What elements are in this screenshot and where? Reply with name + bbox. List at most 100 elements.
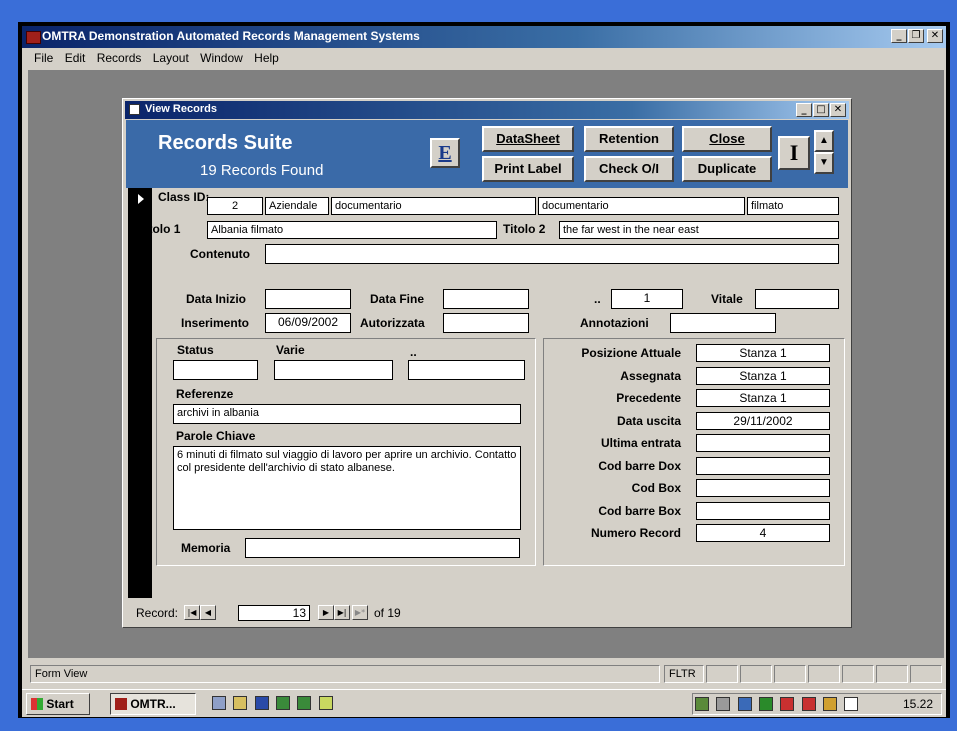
category-1-field[interactable]: documentario [538,197,745,215]
posizione-attuale-field[interactable]: Stanza 1 [696,344,830,362]
annotazioni-field[interactable] [670,313,776,333]
close-button[interactable]: Close [682,126,772,152]
parole-chiave-field[interactable]: 6 minuti di filmato sul viaggio di lavor… [173,446,521,530]
form-icon [129,104,140,115]
retention-button[interactable]: Retention [584,126,674,152]
next-record-button[interactable]: ▶ [318,605,334,620]
tray-app-icon[interactable] [737,697,752,711]
class-id-field[interactable]: 2 [207,197,263,215]
cod-barre-dox-field[interactable] [696,456,830,475]
dots-field[interactable]: 1 [611,289,683,309]
cod-barre-box-field[interactable] [696,501,830,520]
status-label: Status [177,343,214,357]
tray-app-icon[interactable] [759,697,774,711]
status-indicator [876,665,908,683]
check-oi-button[interactable]: Check O/I [584,156,674,182]
titolo1-field[interactable]: Albania filmato [207,221,497,239]
data-fine-label: Data Fine [370,292,425,306]
record-selector[interactable] [128,188,152,598]
quicklaunch-excel-icon[interactable] [297,696,312,710]
class-type-field[interactable]: documentario [331,197,536,215]
menu-layout[interactable]: Layout [153,51,189,65]
menu-file[interactable]: File [34,51,53,65]
window-minimize-button[interactable]: _ [796,103,812,117]
windows-logo-icon [31,698,43,710]
cod-box-field[interactable] [696,479,830,497]
record-number-field[interactable]: 13 [238,605,310,621]
tray-volume-icon[interactable] [716,697,731,711]
quicklaunch-clock-icon[interactable] [318,696,333,710]
new-record-button[interactable]: ▶* [352,605,368,620]
app-close-button[interactable]: ✕ [927,29,943,43]
previous-record-button[interactable]: ◀ [200,605,216,620]
clock: 15.22 [902,697,933,711]
app-minimize-button[interactable]: _ [891,29,907,43]
spin-up-button[interactable]: ▲ [814,130,834,152]
data-fine-field[interactable] [443,289,529,309]
varie-field[interactable] [274,360,393,380]
class-name-field[interactable]: Aziendale [265,197,329,215]
contenuto-label: Contenuto [190,247,250,261]
taskbar-app-button[interactable]: OMTR... [110,693,196,715]
inserimento-field[interactable]: 06/09/2002 [265,313,351,333]
taskbar: Start OMTR... 15.22 [22,689,946,717]
window-maximize-button[interactable]: □ [813,103,829,117]
record-label: Record: [136,606,179,620]
quicklaunch-word-icon[interactable] [254,696,269,710]
menu-help[interactable]: Help [254,51,279,65]
autorizzata-field[interactable] [443,313,529,333]
cod-barre-dox-label: Cod barre Dox [598,458,681,473]
app-title: OMTRA Demonstration Automated Records Ma… [42,29,420,43]
start-label: Start [46,697,74,711]
posizione-attuale-label: Posizione Attuale [581,346,681,360]
data-inizio-field[interactable] [265,289,351,309]
app-restore-button[interactable]: ❐ [908,29,924,43]
tray-app-icon[interactable] [780,697,795,711]
status-mode: Form View [30,665,660,683]
vitale-field[interactable] [755,289,839,309]
menu-edit[interactable]: Edit [65,51,86,65]
datasheet-button[interactable]: DataSheet [482,126,574,152]
data-inizio-label: Data Inizio [186,292,247,306]
memoria-field[interactable] [245,538,520,558]
quicklaunch-excel-icon[interactable] [276,696,291,710]
status-indicator [774,665,806,683]
last-record-button[interactable]: ▶| [334,605,350,620]
assegnata-field[interactable]: Stanza 1 [696,366,830,385]
i-button[interactable]: I [778,136,810,170]
autorizzata-label: Autorizzata [360,316,425,330]
precedente-field[interactable]: Stanza 1 [696,389,830,407]
referenze-field[interactable]: archivi in albania [173,404,521,424]
numero-record-field[interactable]: 4 [696,524,830,542]
annotazioni-label: Annotazioni [580,316,649,330]
titolo2-field[interactable]: the far west in the near east [559,221,839,239]
system-tray: 15.22 [692,693,942,715]
category-2-field[interactable]: filmato [747,197,839,215]
first-record-button[interactable]: |◀ [184,605,200,620]
status-bar: Form View FLTR [22,663,946,685]
tray-app-icon[interactable] [823,697,838,711]
window-title: View Records [145,103,217,115]
quicklaunch-explorer-icon[interactable] [212,696,226,710]
e-button[interactable]: E [430,138,460,168]
form-title: Records Suite [158,132,293,154]
menu-records[interactable]: Records [97,51,142,65]
start-button[interactable]: Start [26,693,90,715]
menu-window[interactable]: Window [200,51,243,65]
tray-network-icon[interactable] [695,697,709,711]
ultima-entrata-field[interactable] [696,434,830,452]
parole-chiave-label: Parole Chiave [176,429,256,443]
quicklaunch-notepad-icon[interactable] [233,696,248,710]
print-label-button[interactable]: Print Label [482,156,574,182]
duplicate-button[interactable]: Duplicate [682,156,772,182]
access-app-icon [26,31,41,44]
tray-app-icon[interactable] [801,697,816,711]
contenuto-field[interactable] [265,244,839,264]
window-close-button[interactable]: ✕ [830,103,846,117]
status-field[interactable] [173,360,258,380]
data-uscita-field[interactable]: 29/11/2002 [696,411,830,430]
tray-calendar-icon[interactable] [844,697,859,711]
spin-down-button[interactable]: ▼ [814,152,834,174]
extra-field[interactable] [408,360,525,380]
status-filter-flag: FLTR [664,665,704,683]
